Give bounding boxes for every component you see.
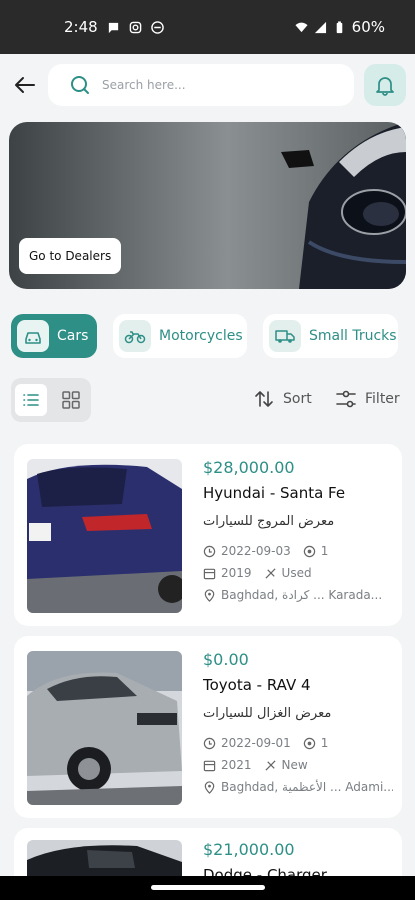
wifi-icon xyxy=(295,22,308,32)
listing-condition: New xyxy=(281,758,308,772)
calendar-icon xyxy=(203,760,216,771)
sort-label: Sort xyxy=(283,391,312,407)
listing-photo xyxy=(27,651,182,805)
dnd-icon xyxy=(150,20,164,34)
category-tabs: Cars Motorcycles Small Trucks xyxy=(0,314,415,360)
go-to-dealers-button[interactable]: Go to Dealers xyxy=(19,238,122,274)
listing-dealer: معرض المروج للسيارات xyxy=(203,514,335,529)
search-input[interactable]: Search here... xyxy=(48,64,354,106)
listing-price: $21,000.00 xyxy=(203,840,295,859)
signal-icon xyxy=(314,21,326,33)
listing-location: Baghdad, كرادة ... Karada... xyxy=(221,588,383,602)
views-icon xyxy=(303,737,315,749)
home-gesture-handle[interactable] xyxy=(151,885,265,890)
back-arrow-icon[interactable] xyxy=(12,72,38,98)
listing-meta-row: 2022-09-01 1 xyxy=(203,732,393,754)
listing-date: 2022-09-03 xyxy=(221,544,291,558)
truck-icon xyxy=(275,330,295,343)
listing-meta-row: Baghdad, كرادة ... Karada... xyxy=(203,584,393,606)
chat-icon xyxy=(108,22,118,33)
location-icon xyxy=(204,588,215,602)
list-view-button[interactable] xyxy=(15,384,47,416)
location-icon xyxy=(204,780,215,794)
listing-title: Toyota - RAV 4 xyxy=(203,676,311,694)
condition-icon xyxy=(264,759,276,771)
listing-meta-row: 2021 New xyxy=(203,754,393,776)
listing-price: $28,000.00 xyxy=(203,458,295,477)
listing-year: 2021 xyxy=(221,758,252,772)
listing-meta-row: 2022-09-03 1 xyxy=(203,540,393,562)
listing-meta-row: 2019 Used xyxy=(203,562,393,584)
notifications-button[interactable] xyxy=(364,64,406,106)
tab-small-trucks[interactable]: Small Trucks xyxy=(263,314,398,358)
search-placeholder: Search here... xyxy=(102,78,186,92)
views-icon xyxy=(303,545,315,557)
listing-year: 2019 xyxy=(221,566,252,580)
instagram-icon xyxy=(129,21,141,33)
battery-icon xyxy=(336,20,342,33)
view-toggle xyxy=(11,378,91,422)
listing-title: Hyundai - Santa Fe xyxy=(203,484,346,502)
listing-dealer: معرض الغزال للسيارات xyxy=(203,706,332,721)
battery-level: 60% xyxy=(351,18,385,36)
listing-card[interactable]: $28,000.00 Hyundai - Santa Fe معرض المرو… xyxy=(14,444,402,626)
listing-photo xyxy=(27,459,182,613)
clock-icon xyxy=(203,737,216,749)
filter-icon xyxy=(336,390,356,408)
status-bar: 2:48 60% xyxy=(0,0,415,54)
listing-date: 2022-09-01 xyxy=(221,736,291,750)
sort-button[interactable]: Sort xyxy=(253,388,312,410)
grid-icon xyxy=(62,391,80,409)
sort-icon xyxy=(255,391,273,407)
car-icon xyxy=(25,332,41,344)
filter-button[interactable]: Filter xyxy=(335,388,400,410)
listing-views: 1 xyxy=(320,736,329,750)
listing-meta-row: Baghdad, الأعظمية ... Adami... xyxy=(203,776,393,798)
top-bar: Search here... xyxy=(0,54,415,116)
tab-motorcycles[interactable]: Motorcycles xyxy=(113,314,247,358)
calendar-icon xyxy=(203,568,216,579)
condition-icon xyxy=(264,567,276,579)
listing-card[interactable]: $0.00 Toyota - RAV 4 معرض الغزال للسيارا… xyxy=(14,636,402,818)
search-icon xyxy=(71,76,89,94)
bell-icon xyxy=(376,77,394,96)
status-time: 2:48 xyxy=(64,18,98,36)
tab-small-trucks-label: Small Trucks xyxy=(309,328,397,344)
listing-condition: Used xyxy=(281,566,312,580)
promo-banner[interactable]: Go to Dealers xyxy=(9,122,406,289)
system-nav-bar xyxy=(0,876,415,900)
tab-cars-label: Cars xyxy=(57,328,89,344)
motorcycle-icon xyxy=(124,331,146,344)
listing-location: Baghdad, الأعظمية ... Adami... xyxy=(221,780,393,794)
list-toolbar: Sort Filter xyxy=(11,378,405,422)
filter-label: Filter xyxy=(365,391,400,407)
tab-cars[interactable]: Cars xyxy=(11,314,97,358)
tab-motorcycles-label: Motorcycles xyxy=(159,328,243,344)
list-icon xyxy=(23,394,39,406)
listing-price: $0.00 xyxy=(203,650,249,669)
grid-view-button[interactable] xyxy=(55,384,87,416)
clock-icon xyxy=(203,545,216,557)
listing-views: 1 xyxy=(320,544,329,558)
